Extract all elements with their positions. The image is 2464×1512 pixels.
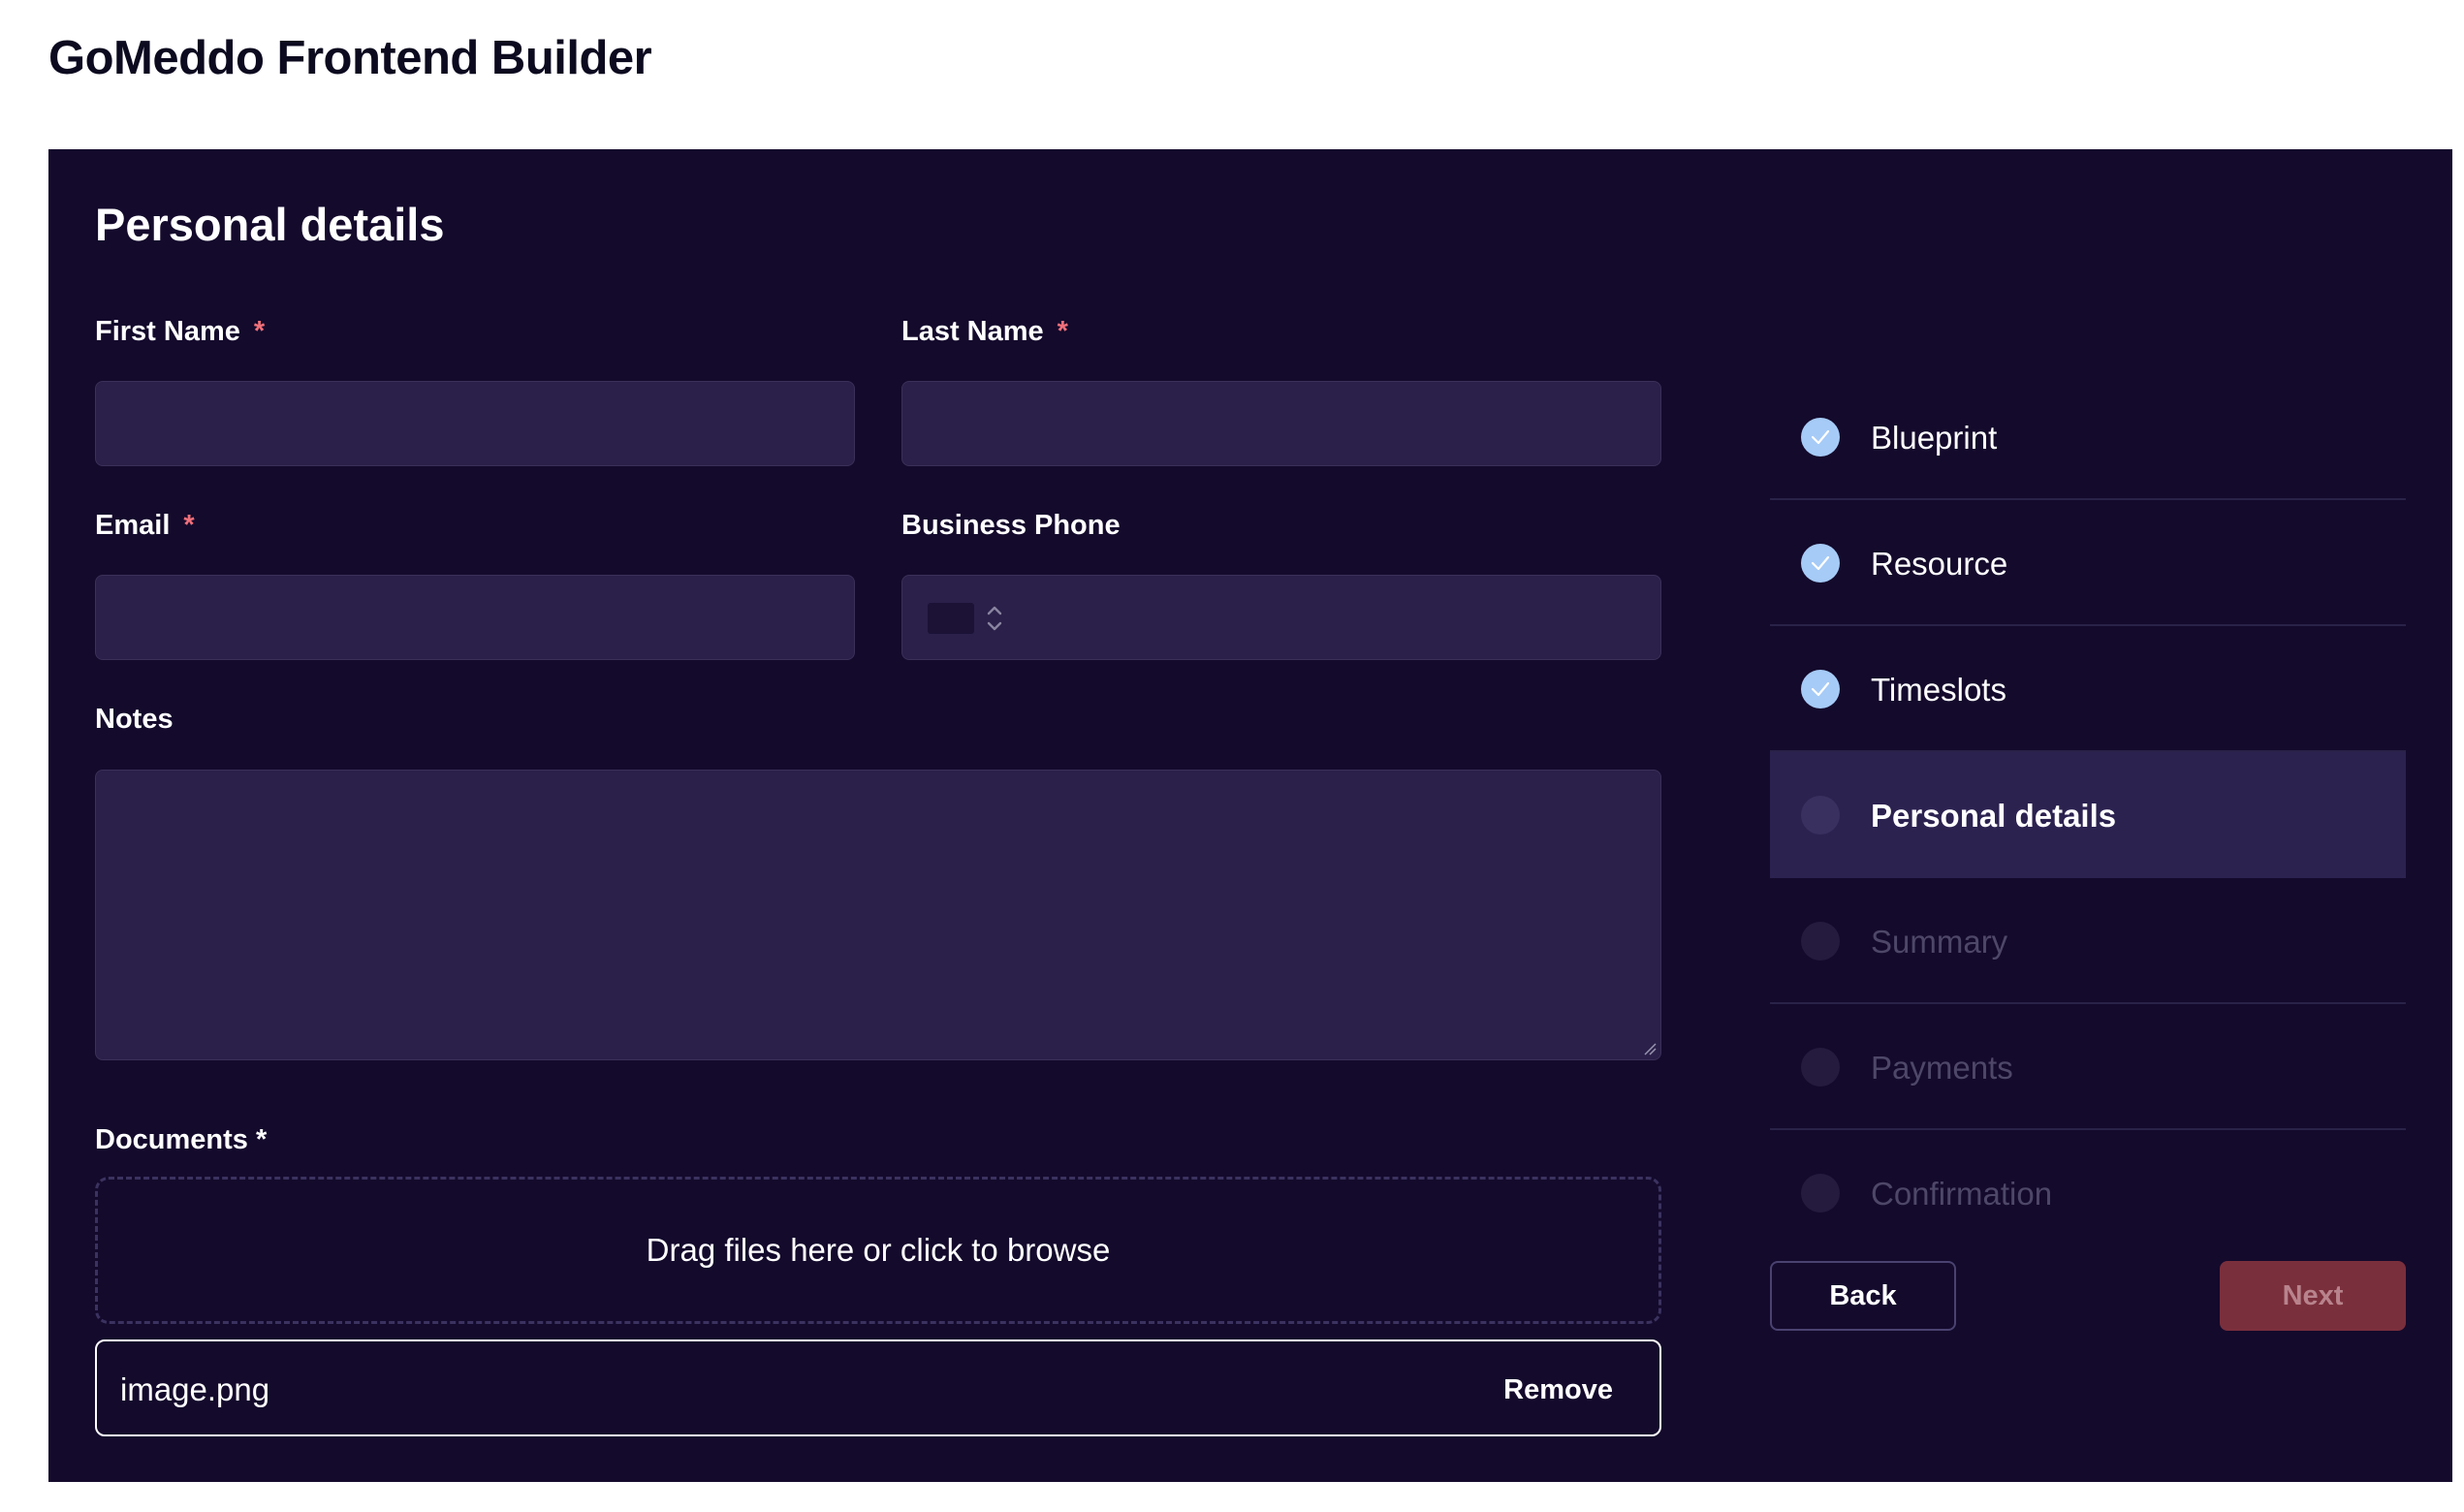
step-label: Blueprint	[1871, 420, 1998, 456]
step-summary: Summary	[1770, 878, 2406, 1004]
first-name-label-text: First Name	[95, 316, 240, 347]
progress-stepper: Blueprint Resource Timeslots Personal de…	[1770, 374, 2406, 1256]
required-marker: *	[253, 316, 266, 347]
step-check-icon	[1801, 670, 1840, 709]
file-dropzone[interactable]: Drag files here or click to browse	[95, 1177, 1661, 1324]
step-check-icon	[1801, 544, 1840, 583]
step-check-icon	[1801, 418, 1840, 457]
last-name-input[interactable]	[901, 381, 1661, 466]
step-timeslots[interactable]: Timeslots	[1770, 626, 2406, 752]
next-button[interactable]: Next	[2220, 1261, 2406, 1331]
step-label: Summary	[1871, 924, 2008, 960]
business-phone-input[interactable]	[901, 575, 1661, 660]
step-personal-details[interactable]: Personal details	[1770, 752, 2406, 878]
step-label: Payments	[1871, 1050, 2013, 1086]
app-title: GoMeddo Frontend Builder	[48, 32, 652, 84]
section-title: Personal details	[95, 199, 445, 250]
step-resource[interactable]: Resource	[1770, 500, 2406, 626]
email-input[interactable]	[95, 575, 855, 660]
step-indicator-icon	[1801, 1048, 1840, 1087]
step-confirmation: Confirmation	[1770, 1130, 2406, 1256]
step-label: Confirmation	[1871, 1176, 2053, 1212]
email-label-text: Email	[95, 510, 171, 541]
step-indicator-icon	[1801, 796, 1840, 835]
notes-textarea[interactable]	[95, 770, 1661, 1060]
step-label: Timeslots	[1871, 672, 2006, 708]
step-label: Resource	[1871, 546, 2008, 582]
booking-panel: Personal details First Name * Last Name * …	[48, 149, 2452, 1482]
step-indicator-icon	[1801, 922, 1840, 961]
step-payments: Payments	[1770, 1004, 2406, 1130]
email-label: Email *	[95, 508, 195, 543]
remove-file-button[interactable]: Remove	[1503, 1372, 1613, 1407]
first-name-input[interactable]	[95, 381, 855, 466]
last-name-label-text: Last Name	[901, 316, 1044, 347]
step-indicator-icon	[1801, 1174, 1840, 1213]
first-name-label: First Name *	[95, 314, 265, 349]
last-name-label: Last Name *	[901, 314, 1068, 349]
resize-handle-icon[interactable]	[1643, 1042, 1657, 1055]
notes-label: Notes	[95, 704, 174, 735]
step-label: Personal details	[1871, 798, 2117, 834]
business-phone-label: Business Phone	[901, 510, 1121, 541]
documents-label: Documents *	[95, 1124, 268, 1155]
required-marker: *	[183, 510, 195, 541]
required-marker: *	[1057, 316, 1068, 347]
step-blueprint[interactable]: Blueprint	[1770, 374, 2406, 500]
dropzone-text: Drag files here or click to browse	[646, 1232, 1111, 1268]
back-button[interactable]: Back	[1770, 1261, 1956, 1331]
uploaded-file-item: image.png Remove	[95, 1339, 1661, 1436]
country-flag-icon[interactable]	[928, 603, 974, 634]
file-name: image.png	[120, 1371, 270, 1407]
chevron-up-down-icon[interactable]	[986, 597, 1003, 640]
